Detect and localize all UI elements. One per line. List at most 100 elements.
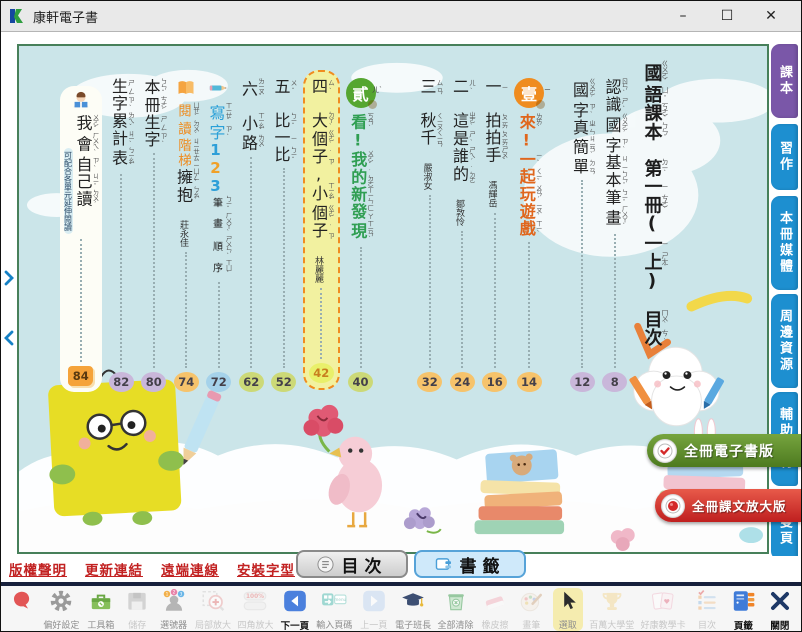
toolbar-assistant-balloon[interactable]	[7, 588, 37, 618]
page-number-chip[interactable]: 72	[206, 372, 231, 392]
open-book-icon	[175, 78, 197, 98]
author-name: 林麗麗	[313, 256, 323, 283]
right-tab-rail: 課本習作本冊媒體周邊資源輔助教材雙頁	[769, 32, 801, 556]
page-number-chip[interactable]: 12	[570, 372, 595, 392]
check-icon	[653, 439, 677, 463]
side-tab-周邊資源[interactable]: 周邊資源	[771, 294, 798, 388]
toolbar-label: 電子班長	[395, 618, 431, 631]
toolbar-page-tabs[interactable]: 頁籤	[728, 588, 758, 632]
dotted-leader	[80, 239, 82, 362]
toc-item-lesson-4[interactable]: 四ㄙˋ 大ㄉㄚˋ個ㄍㄜˋ子˙ㄗ,小ㄒㄧㄠˇ個ㄍㄜˋ子˙ㄗ 林麗麗42	[303, 70, 340, 390]
ribbon-label: 全冊課文放大版	[692, 496, 787, 515]
toc-columns: 國ㄍㄨㄛˊ語ㄩˇ課ㄎㄜˋ本ㄅㄣˇ 第ㄉㄧˋ一ㄧ冊ㄘㄜˋ(一ㄧ上ㄕㄤˋ) 目ㄇㄨˋ…	[45, 60, 671, 404]
toolbar-input-page-number[interactable]: menu輸入頁碼	[316, 588, 352, 631]
footer-link-安裝字型[interactable]: 安裝字型	[237, 559, 295, 579]
toc-item-lesson-1[interactable]: 一ㄧ 拍ㄆㄞ拍ㄆㄞ手ㄕㄡˇ 馮輝岳16	[482, 78, 509, 392]
toc-item-lesson-2[interactable]: 二ㄦˋ 這ㄓㄜˋ是ㄕˋ誰ㄕㄟˊ的˙ㄉㄜ 鄒敦怜24	[449, 78, 476, 392]
toc-item-basic-strokes[interactable]: 認ㄖㄣˋ識ㄕˋ國ㄍㄨㄛˊ字ㄗˋ基ㄐㄧ本ㄅㄣˇ筆ㄅㄧˇ畫ㄏㄨㄚˋ8	[602, 78, 629, 392]
toolbar-corner-zoom[interactable]: 100%四角放大	[237, 588, 273, 631]
toc-item-writing-123[interactable]: 寫ㄒㄧㄝˇ字ㄗˋ123筆ㄅㄧˇ畫ㄏㄨㄚˋ順ㄕㄨㄣˋ序ㄒㄩˋ72	[206, 78, 233, 392]
toc-item-reading-ladder[interactable]: 閱ㄩㄝˋ讀ㄉㄨˊ階ㄐㄧㄝ梯ㄊㄧ擁ㄩㄥˇ抱ㄅㄠˋ 莊永佳74	[173, 78, 200, 392]
toolbar-preferences[interactable]: 偏好設定	[43, 588, 79, 631]
svg-text:100%: 100%	[246, 594, 264, 600]
page-number-chip[interactable]: 82	[109, 372, 134, 392]
page-number-chip[interactable]: 16	[482, 372, 507, 392]
bookmark-tag-icon	[435, 557, 452, 572]
dotted-leader	[581, 180, 583, 368]
assistant-balloon-icon	[8, 588, 36, 618]
bottom-tab-label: 書籤	[460, 552, 506, 577]
minimize-button[interactable]: –	[661, 8, 705, 24]
page-number-chip[interactable]: 42	[309, 363, 334, 383]
footer-links: 版權聲明更新連結遠端連線安裝字型	[9, 559, 295, 579]
toolbar-label: 橡皮擦	[481, 618, 508, 631]
expand-panel-arrow-icon[interactable]	[4, 270, 14, 290]
side-tab-習作[interactable]: 習作	[771, 124, 798, 190]
toolbar-label: 工具箱	[87, 618, 114, 631]
toc-item-lesson-6[interactable]: 六ㄌㄧㄡˋ 小ㄒㄧㄠˇ路ㄌㄨˋ62	[238, 78, 265, 392]
ribbon-label: 全冊電子書版	[684, 441, 774, 461]
toolbar-label: 百萬大學堂	[589, 618, 634, 631]
close-button[interactable]: ✕	[749, 8, 793, 24]
bookmark-tab[interactable]: 書籤	[414, 550, 526, 578]
corner-zoom-icon: 100%	[241, 588, 269, 618]
page-number-chip[interactable]: 62	[239, 372, 264, 392]
page-number-chip[interactable]: 80	[141, 372, 166, 392]
toc-item-new-words[interactable]: 本ㄅㄣˇ冊ㄘㄜˋ生ㄕㄥ字ㄗˋ80	[141, 78, 168, 392]
toc-tab[interactable]: 目次	[296, 550, 408, 578]
footer-link-更新連結[interactable]: 更新連結	[85, 559, 143, 579]
page-number-chip[interactable]: 24	[450, 372, 475, 392]
maximize-button[interactable]: ☐	[705, 8, 749, 24]
main-area: 國ㄍㄨㄛˊ語ㄩˇ課ㄎㄜˋ本ㄅㄣˇ 第ㄉㄧˋ一ㄧ冊ㄘㄜˋ(一ㄧ上ㄕㄤˋ) 目ㄇㄨˋ…	[1, 32, 801, 556]
collapse-panel-arrow-icon[interactable]	[4, 330, 14, 350]
toolbar-e-class-leader[interactable]: 電子班長	[395, 588, 431, 631]
toolbar-label: 儲存	[128, 618, 146, 631]
dotted-leader	[250, 157, 252, 368]
toc-item-words-accum-table[interactable]: 生ㄕㄥ字ㄗˋ累ㄌㄟˇ計ㄐㄧˋ表ㄅㄧㄠˇ82	[108, 78, 135, 392]
toolbar-number-picker[interactable]: 123選號器	[159, 588, 189, 631]
page-number-chip[interactable]: 84	[68, 366, 93, 386]
page-number-chip[interactable]: 8	[602, 372, 627, 392]
input-page-number-icon: menu	[320, 588, 348, 618]
toolbar-million-school[interactable]: 百萬大學堂	[589, 588, 634, 631]
red-flower	[303, 405, 343, 437]
full-ebook-version-button[interactable]: 全冊電子書版	[647, 434, 801, 467]
footer-link-版權聲明[interactable]: 版權聲明	[9, 559, 67, 579]
toolbar-toc-tool[interactable]: 目次	[692, 588, 722, 631]
toc-item-self-reading[interactable]: 我ㄨㄛˇ會ㄏㄨㄟˋ自ㄗˋ己ㄐㄧˇ讀ㄉㄨˊ可配合各單元延伸閱讀84	[60, 86, 103, 392]
million-school-icon	[598, 588, 626, 618]
toolbar-next-page[interactable]: 下一頁	[280, 588, 310, 632]
author-name: 嚴淑女	[422, 163, 432, 190]
unit-badge: 貳ㄦˋ	[346, 78, 376, 108]
number-picker-icon: 123	[160, 588, 188, 618]
toolbar-eraser[interactable]: 橡皮擦	[480, 588, 510, 631]
side-tab-課本[interactable]: 課本	[771, 44, 798, 118]
author-name: 鄒敦怜	[454, 199, 464, 226]
toc-item-hanzi-simple[interactable]: 國ㄍㄨㄛˊ字ㄗˋ真ㄓㄣ簡ㄐㄧㄢˇ單ㄉㄢ12	[569, 78, 596, 392]
page-number-chip[interactable]: 32	[417, 372, 442, 392]
toolbar-partial-zoom[interactable]: 局部放大	[195, 588, 231, 631]
page-number-chip[interactable]: 74	[174, 372, 199, 392]
toolbar-close-tool[interactable]: 關閉	[765, 588, 795, 632]
toolbar-clear-all[interactable]: 全部清除	[438, 588, 474, 631]
toolbar-paint-brush[interactable]: 畫筆	[516, 588, 546, 631]
dotted-leader	[461, 231, 463, 368]
toc-item-lesson-3[interactable]: 三ㄙㄢ 秋ㄑㄧㄡ千ㄑㄧㄢ 嚴淑女32	[417, 78, 444, 392]
toc-item-lesson-5[interactable]: 五ㄨˇ 比ㄅㄧˇ一ㄧ比ㄅㄧˇ52	[271, 78, 298, 392]
toolbar-select[interactable]: 選取	[553, 588, 583, 631]
toc-item-unit-2[interactable]: 貳ㄦˋ看ㄎㄢˋ!我ㄨㄛˇ的˙ㄉㄜ新ㄒㄧㄣ發ㄈㄚ現ㄒㄧㄢˋ40	[346, 78, 376, 392]
toolbar-teaching-cards[interactable]: 好康教學卡	[641, 588, 686, 631]
bottom-tab-label: 目次	[342, 552, 388, 577]
footer-link-遠端連線[interactable]: 遠端連線	[161, 559, 219, 579]
side-tab-本冊媒體[interactable]: 本冊媒體	[771, 196, 798, 290]
toolbar-label: 選號器	[160, 618, 187, 631]
full-text-enlarged-version-button[interactable]: 全冊課文放大版	[655, 489, 801, 522]
page-number-chip[interactable]: 52	[271, 372, 296, 392]
toolbar-save[interactable]: 儲存	[122, 588, 152, 631]
toc-item-unit-1[interactable]: 壹ㄧ來ㄌㄞˊ!一ㄧˋ起ㄑㄧˇ玩ㄨㄢˊ遊ㄧㄡˊ戲ㄒㄧˋ14	[514, 78, 544, 392]
page-number-chip[interactable]: 14	[517, 372, 542, 392]
toolbar-toolbox[interactable]: 工具箱	[86, 588, 116, 631]
page-number-chip[interactable]: 40	[348, 372, 373, 392]
toolbar-prev-page[interactable]: 上一頁	[359, 588, 389, 631]
side-tab-label: 周邊資源	[775, 309, 794, 373]
